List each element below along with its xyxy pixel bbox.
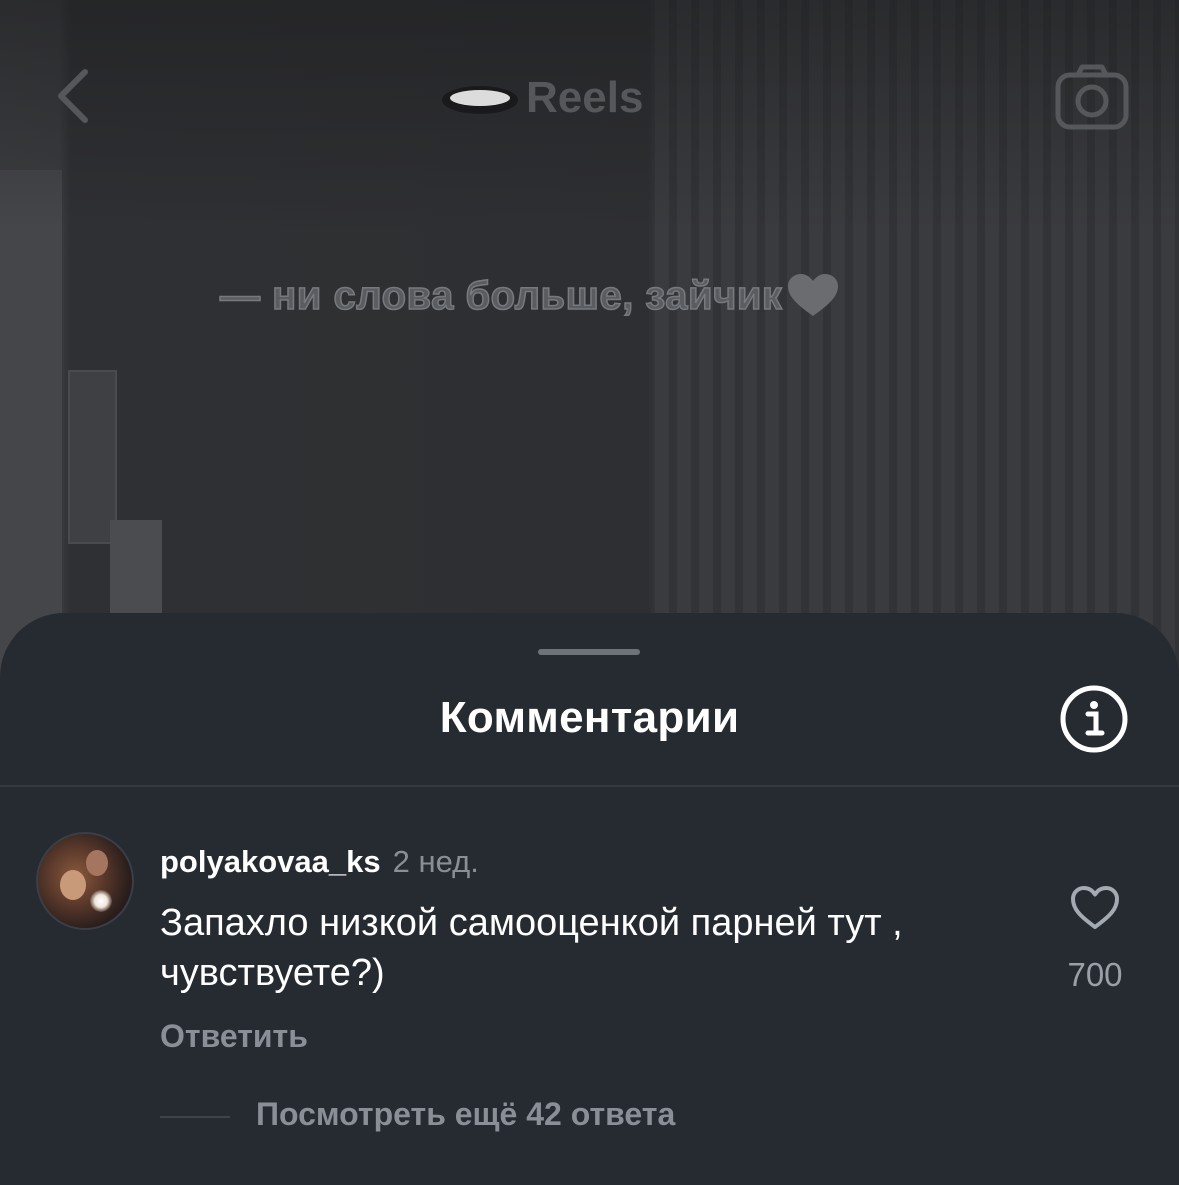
reel-door	[68, 370, 117, 544]
info-button[interactable]	[1058, 683, 1130, 755]
comment-time: 2 нед.	[392, 844, 479, 879]
reel-caption-text: — ни слова больше, зайчик	[219, 273, 783, 319]
comment-text: Запахло низкой самооценкой парней тут , …	[160, 902, 903, 994]
replies-divider-line	[160, 1116, 230, 1118]
like-button[interactable]	[1062, 878, 1128, 938]
heart-icon	[788, 274, 839, 316]
ceiling-lamp-icon	[442, 86, 518, 114]
reel-video-background: Reels — ни слова больше, зайчик	[0, 0, 1179, 700]
avatar-photo-detail	[60, 870, 86, 900]
camera-icon	[1055, 64, 1129, 130]
sheet-divider	[0, 785, 1179, 787]
comment-item: polyakovaa_ks 2 нед. Запахло низкой само…	[0, 828, 1179, 1088]
reply-button[interactable]: Ответить	[160, 1018, 308, 1055]
like-count: 700	[1067, 956, 1123, 993]
camera-button[interactable]	[1052, 60, 1132, 132]
comments-sheet: Комментарии polyakovaa_ks 2 нед. Запахло…	[0, 613, 1179, 1185]
reels-title-text: Reels	[526, 73, 644, 122]
view-more-replies-button[interactable]: Посмотреть ещё 42 ответа	[256, 1096, 675, 1133]
reels-title: Reels	[440, 68, 643, 128]
reel-caption: — ни слова больше, зайчик	[219, 268, 840, 324]
avatar-photo-detail	[90, 890, 112, 912]
sheet-grabber[interactable]	[538, 649, 640, 655]
chevron-left-icon	[58, 69, 88, 123]
back-button[interactable]	[48, 66, 98, 126]
avatar-photo-detail	[86, 850, 108, 876]
info-icon	[1060, 685, 1128, 753]
heart-outline-icon	[1071, 886, 1119, 929]
comment-username[interactable]: polyakovaa_ks	[160, 844, 381, 880]
avatar[interactable]	[36, 832, 134, 930]
comments-title: Комментарии	[439, 693, 740, 742]
reels-top-bar: Reels	[0, 50, 1179, 150]
comment-meta: polyakovaa_ks 2 нед.	[160, 844, 479, 880]
